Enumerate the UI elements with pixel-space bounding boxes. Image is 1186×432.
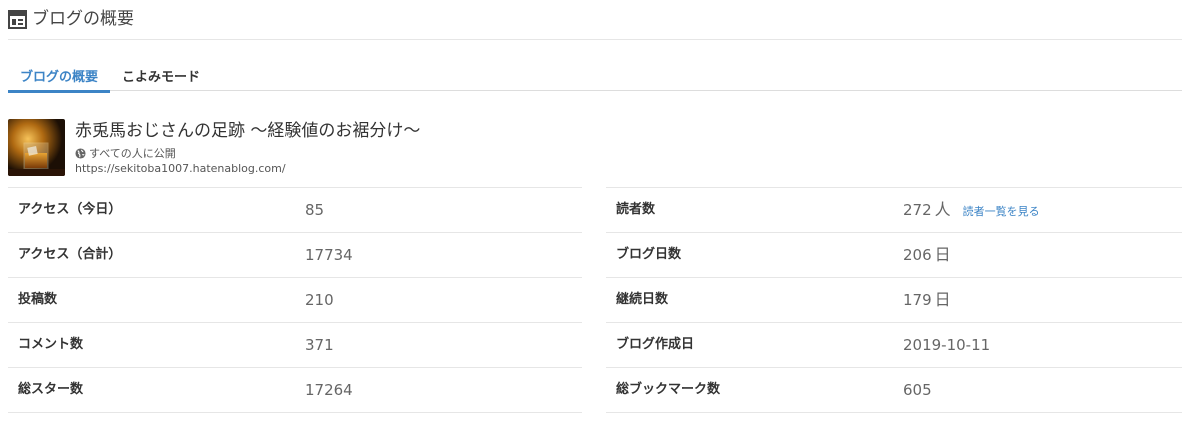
stat-label: 総スター数 [18,382,84,397]
stat-unit: 日 [934,290,951,309]
stat-row: 読者数 272 人読者一覧を見る [606,187,1182,232]
stat-label: ブログ日数 [616,247,682,262]
stats-right-table: 読者数 272 人読者一覧を見る ブログ日数 206 日 継続日数 179 日 ブログ… [606,187,1182,413]
stat-row: アクセス（合計） 17734 [8,232,582,277]
stat-value: 210 [305,291,334,309]
readers-list-link[interactable]: 読者一覧を見る [963,205,1040,218]
stats-left-table: アクセス（今日） 85 アクセス（合計） 17734 投稿数 210 コメント数… [8,187,582,413]
stat-label: 読者数 [616,202,656,217]
stat-unit: 日 [934,245,951,264]
stat-label: コメント数 [18,337,84,352]
stat-row: 総ブックマーク数 605 [606,367,1182,413]
stat-label: 総ブックマーク数 [616,382,721,397]
stat-row: 投稿数 210 [8,277,582,322]
page-title: ブログの概要 [32,9,134,29]
stat-row: ブログ日数 206 日 [606,232,1182,277]
page-header: ブログの概要 [8,6,1182,40]
tab-calendar-mode[interactable]: こよみモード [110,62,212,90]
stat-value: 179 [903,291,932,309]
dashboard-icon [8,10,27,29]
stat-value: 17264 [305,381,353,399]
stat-value-group: 206 日 [903,233,951,277]
stat-value: 605 [903,381,932,399]
stat-value: 272 [903,201,932,219]
blog-name[interactable]: 赤兎馬おじさんの足跡 ～経験値のお裾分け～ [75,119,420,143]
stat-value: 17734 [305,246,353,264]
stat-row: ブログ作成日 2019-10-11 [606,322,1182,367]
visibility-label: すべての人に公開 [89,147,176,160]
stat-value: 371 [305,336,334,354]
stat-label: アクセス（今日） [18,202,122,217]
stat-value: 206 [903,246,932,264]
blog-info: 赤兎馬おじさんの足跡 ～経験値のお裾分け～ すべての人に公開 https://s… [8,119,708,177]
stat-row: コメント数 371 [8,322,582,367]
stat-label: アクセス（合計） [18,247,122,262]
whisky-glass-image [8,119,65,176]
tab-blog-overview[interactable]: ブログの概要 [8,62,111,93]
stat-value: 2019-10-11 [903,336,991,354]
stat-row: アクセス（今日） 85 [8,187,582,232]
tab-bar: ブログの概要 こよみモード [8,62,1182,93]
stat-unit: 人 [934,200,951,219]
stat-row: 継続日数 179 日 [606,277,1182,322]
globe-icon [75,147,86,159]
stat-value-group: 179 日 [903,278,951,322]
visibility-status: すべての人に公開 [75,145,176,161]
stat-value-group: 272 人読者一覧を見る [903,188,1040,234]
stat-label: ブログ作成日 [616,337,695,352]
stat-label: 投稿数 [18,292,58,307]
blog-url[interactable]: https://sekitoba1007.hatenablog.com/ [75,162,286,175]
stat-row: 総スター数 17264 [8,367,582,413]
stat-value: 85 [305,201,325,219]
blog-thumbnail[interactable] [8,119,65,176]
stat-label: 継続日数 [616,292,669,307]
